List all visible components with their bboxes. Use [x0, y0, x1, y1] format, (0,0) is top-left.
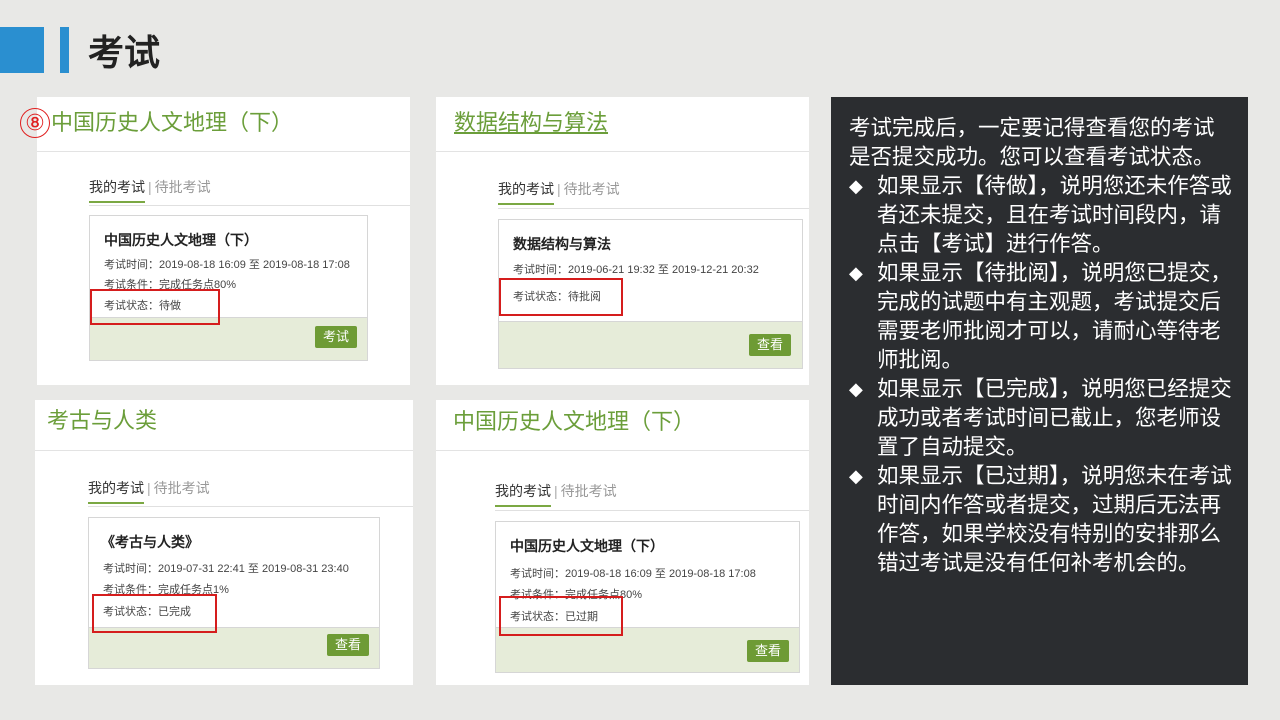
course-title[interactable]: 中国历史人文地理（下）: [51, 107, 293, 139]
exam-panel-data-structures: 数据结构与算法 我的考试 | 待批考试 数据结构与算法 考试时间：2019-06-2…: [436, 97, 809, 385]
exam-time: 考试时间：2019-07-31 22:41 至 2019-08-31 23:40: [103, 563, 349, 575]
exam-view-button[interactable]: 查看: [748, 334, 791, 356]
exam-card-title: 数据结构与算法: [513, 236, 611, 252]
exam-card: 《考古与人类》 考试时间：2019-07-31 22:41 至 2019-08-…: [88, 517, 380, 669]
diamond-bullet-icon: ◆: [849, 379, 863, 399]
exam-view-button[interactable]: 查看: [326, 634, 369, 656]
status-highlight-box: [499, 596, 623, 636]
tab-my-exams[interactable]: 我的考试: [498, 181, 554, 205]
course-title-link[interactable]: 数据结构与算法: [454, 107, 608, 139]
tabs-underline: [495, 510, 809, 511]
exam-panel-history-1: 中国历史人文地理（下） 我的考试 | 待批考试 中国历史人文地理（下） 考试时间：2…: [37, 97, 410, 385]
title-divider: [35, 450, 413, 451]
bullet-text: 如果显示【已完成】，说明您已经提交成功或者考试时间已截止，您老师设置了自动提交。: [877, 377, 1232, 459]
step-number-marker: ⑧: [20, 108, 50, 138]
exam-panel-archaeology: 考古与人类 我的考试 | 待批考试 《考古与人类》 考试时间：2019-07-31 …: [35, 400, 413, 685]
status-highlight-box: [92, 594, 217, 633]
tab-my-exams[interactable]: 我的考试: [495, 483, 551, 507]
status-highlight-box: [90, 289, 220, 325]
title-decoration-bar: [0, 27, 44, 73]
instructions-intro: 考试完成后，一定要记得查看您的考试是否提交成功。您可以查看考试状态。: [849, 116, 1215, 169]
exam-time: 考试时间：2019-08-18 16:09 至 2019-08-18 17:08: [104, 259, 350, 271]
exam-card-footer: 查看: [89, 627, 379, 668]
title-decoration-stripe: [60, 27, 69, 73]
diamond-bullet-icon: ◆: [849, 263, 863, 283]
slide-title: 考试: [88, 32, 161, 73]
exam-panel-history-2: 中国历史人文地理（下） 我的考试 | 待批考试 中国历史人文地理（下） 考试时间：2…: [436, 400, 809, 685]
instructions-bullet: ◆ 如果显示【已过期】，说明您未在考试时间内作答或者提交，过期后无法再作答，如果…: [849, 462, 1232, 578]
exam-start-button[interactable]: 考试: [314, 326, 357, 348]
instructions-bullet: ◆ 如果显示【已完成】，说明您已经提交成功或者考试时间已截止，您老师设置了自动提…: [849, 375, 1232, 462]
instructions-bullet: ◆ 如果显示【待做】，说明您还未作答或者还未提交，且在考试时间段内，请点击【考试…: [849, 172, 1232, 259]
tabs-underline: [498, 208, 809, 209]
exam-tabs: 我的考试 | 待批考试: [88, 478, 210, 504]
exam-view-button[interactable]: 查看: [746, 640, 789, 662]
course-title[interactable]: 考古与人类: [47, 405, 157, 437]
tab-pending-exams[interactable]: 待批考试: [154, 480, 210, 496]
exam-tabs: 我的考试 | 待批考试: [89, 177, 211, 203]
status-highlight-box: [499, 278, 623, 316]
exam-card-title: 中国历史人文地理（下）: [104, 232, 258, 248]
bullet-text: 如果显示【待批阅】，说明您已提交，完成的试题中有主观题，考试提交后需要老师批阅才…: [877, 261, 1232, 372]
tabs-underline: [89, 205, 410, 206]
exam-card-title: 中国历史人文地理（下）: [510, 538, 664, 554]
tabs-underline: [88, 506, 413, 507]
instructions-bullet: ◆ 如果显示【待批阅】，说明您已提交，完成的试题中有主观题，考试提交后需要老师批…: [849, 259, 1232, 375]
bullet-text: 如果显示【已过期】，说明您未在考试时间内作答或者提交，过期后无法再作答，如果学校…: [877, 464, 1232, 575]
exam-card: 中国历史人文地理（下） 考试时间：2019-08-18 16:09 至 2019…: [89, 215, 368, 361]
tab-pending-exams[interactable]: 待批考试: [564, 181, 620, 197]
course-title[interactable]: 中国历史人文地理（下）: [453, 406, 695, 438]
tab-pending-exams[interactable]: 待批考试: [155, 179, 211, 195]
exam-time: 考试时间：2019-06-21 19:32 至 2019-12-21 20:32: [513, 264, 759, 276]
exam-tabs: 我的考试 | 待批考试: [495, 481, 617, 507]
diamond-bullet-icon: ◆: [849, 466, 863, 486]
exam-card-footer: 查看: [499, 321, 802, 368]
tab-my-exams[interactable]: 我的考试: [88, 480, 144, 504]
title-divider: [436, 151, 809, 152]
title-divider: [37, 151, 410, 152]
exam-time: 考试时间：2019-08-18 16:09 至 2019-08-18 17:08: [510, 568, 756, 580]
title-divider: [436, 450, 809, 451]
instructions-panel: 考试完成后，一定要记得查看您的考试是否提交成功。您可以查看考试状态。 ◆ 如果显…: [831, 97, 1248, 685]
exam-card-title: 《考古与人类》: [101, 534, 199, 550]
tab-my-exams[interactable]: 我的考试: [89, 179, 145, 203]
tab-pending-exams[interactable]: 待批考试: [561, 483, 617, 499]
exam-tabs: 我的考试 | 待批考试: [498, 179, 620, 205]
bullet-text: 如果显示【待做】，说明您还未作答或者还未提交，且在考试时间段内，请点击【考试】进…: [877, 174, 1232, 256]
diamond-bullet-icon: ◆: [849, 176, 863, 196]
